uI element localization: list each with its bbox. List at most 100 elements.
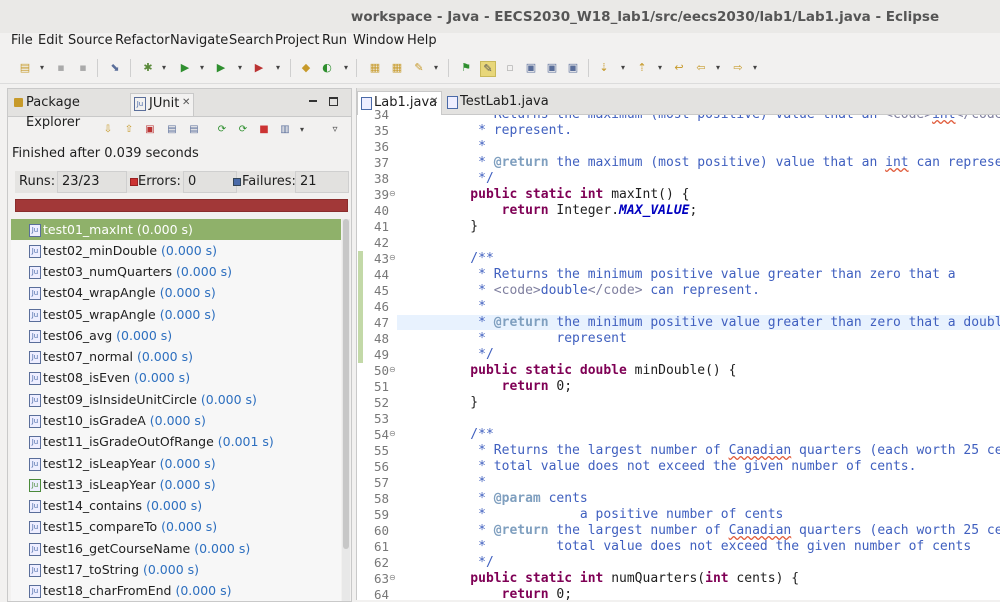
back-icon[interactable]: ⇦: [694, 61, 708, 75]
code-editor: Lab1.java ✕ TestLab1.java * Returns the …: [356, 88, 1000, 602]
menu-refactor[interactable]: Refactor: [115, 33, 170, 48]
rerun-icon[interactable]: ⟳: [216, 124, 228, 136]
test-item[interactable]: Ju test07_normal (0.000 s): [11, 346, 341, 367]
history-dropdown-icon[interactable]: ▾: [296, 124, 308, 136]
menu-run[interactable]: Run: [322, 33, 347, 48]
prev-failure-icon[interactable]: ⇧: [123, 124, 135, 136]
new-java-project-icon[interactable]: ◆: [299, 61, 313, 75]
new-class-dropdown-icon[interactable]: ▾: [342, 61, 350, 75]
menu-navigate[interactable]: Navigate: [170, 33, 228, 48]
forward-icon[interactable]: ⇨: [731, 61, 745, 75]
tab-junit[interactable]: Ju JUnit ✕: [130, 93, 194, 116]
external-tools-icon[interactable]: ▶: [252, 61, 266, 75]
test-list-scrollbar[interactable]: [342, 219, 350, 601]
back-dropdown-icon[interactable]: ▾: [714, 61, 722, 75]
test-item[interactable]: Ju test14_contains (0.000 s): [11, 495, 341, 516]
prev-edit-dropdown-icon[interactable]: ▾: [656, 61, 664, 75]
tab-package-explorer[interactable]: Package Explorer: [12, 93, 128, 130]
new-dropdown-icon[interactable]: ▾: [38, 61, 46, 75]
failed-test-icon: Ju: [29, 415, 41, 428]
save-all-icon[interactable]: ▪: [76, 61, 90, 75]
format-icon[interactable]: ▣: [566, 61, 580, 75]
prev-edit-icon[interactable]: ⇡: [635, 61, 649, 75]
last-edit-location-icon[interactable]: ↩: [672, 61, 686, 75]
search-icon[interactable]: ✎: [412, 61, 426, 75]
maximize-icon[interactable]: [329, 97, 338, 106]
line-number: 62: [373, 555, 389, 570]
menu-help[interactable]: Help: [407, 33, 437, 48]
next-edit-dropdown-icon[interactable]: ▾: [619, 61, 627, 75]
close-icon[interactable]: ✕: [182, 93, 190, 113]
run-icon[interactable]: ▶: [178, 61, 192, 75]
menu-project[interactable]: Project: [275, 33, 319, 48]
code-line: */: [439, 171, 494, 186]
minimize-icon[interactable]: [309, 100, 317, 102]
menu-search[interactable]: Search: [229, 33, 274, 48]
mark-occurrences-icon[interactable]: ✎: [480, 61, 496, 77]
scroll-lock-icon[interactable]: ▤: [166, 124, 178, 136]
test-item[interactable]: Ju test10_isGradeA (0.000 s): [11, 410, 341, 431]
coverage-icon[interactable]: ▶: [214, 61, 228, 75]
view-menu-icon[interactable]: ▿: [329, 124, 341, 136]
fold-toggle-icon[interactable]: ⊖: [389, 573, 396, 582]
run-dropdown-icon[interactable]: ▾: [198, 61, 206, 75]
failures-only-icon[interactable]: ▣: [144, 124, 156, 136]
test-item[interactable]: Ju test11_isGradeOutOfRange (0.001 s): [11, 431, 341, 452]
test-item[interactable]: Ju test08_isEven (0.000 s): [11, 367, 341, 388]
open-task-icon[interactable]: ▦: [390, 61, 404, 75]
show-whitespace-icon[interactable]: ▣: [524, 61, 538, 75]
coverage-dropdown-icon[interactable]: ▾: [236, 61, 244, 75]
test-item[interactable]: Ju test12_isLeapYear (0.000 s): [11, 453, 341, 474]
code-area[interactable]: * Returns the maximum (most positive) va…: [395, 115, 1000, 600]
code-line: * total value does not exceed the given …: [439, 459, 917, 474]
save-icon[interactable]: ▪: [54, 61, 68, 75]
next-annotation-icon[interactable]: ⚑: [459, 61, 473, 75]
test-item[interactable]: Ju test04_wrapAngle (0.000 s): [11, 282, 341, 303]
stop-icon[interactable]: ■: [258, 124, 270, 136]
toggle-ant-icon[interactable]: ⬊: [108, 61, 122, 75]
rerun-failed-first-icon[interactable]: ⟳: [237, 124, 249, 136]
test-item[interactable]: Ju test02_minDouble (0.000 s): [11, 240, 341, 261]
test-item[interactable]: Ju test15_compareTo (0.000 s): [11, 516, 341, 537]
test-item[interactable]: Ju test13_isLeapYear (0.000 s): [11, 474, 341, 495]
new-package-icon[interactable]: ◐: [320, 61, 334, 75]
test-item[interactable]: Ju test05_wrapAngle (0.000 s): [11, 304, 341, 325]
test-item[interactable]: Ju test09_isInsideUnitCircle (0.000 s): [11, 389, 341, 410]
next-failure-icon[interactable]: ⇩: [102, 124, 114, 136]
history-icon[interactable]: ▥: [279, 124, 291, 136]
debug-icon[interactable]: ✱: [141, 61, 155, 75]
collapse-all-icon[interactable]: ▤: [188, 124, 200, 136]
scrollbar-thumb[interactable]: [343, 219, 349, 549]
block-selection-icon[interactable]: ▫: [503, 61, 517, 75]
code-line: * total value does not exceed the given …: [439, 539, 972, 554]
menu-source[interactable]: Source: [68, 33, 113, 48]
next-edit-icon[interactable]: ⇣: [597, 61, 611, 75]
menu-edit[interactable]: Edit: [38, 33, 63, 48]
new-icon[interactable]: ▤: [18, 61, 32, 75]
test-item[interactable]: Ju test16_getCourseName (0.000 s): [11, 538, 341, 559]
word-wrap-icon[interactable]: ▣: [545, 61, 559, 75]
tab-testlab1-java[interactable]: TestLab1.java: [445, 91, 549, 114]
close-icon[interactable]: ✕: [430, 91, 438, 113]
test-item[interactable]: Ju test06_avg (0.000 s): [11, 325, 341, 346]
open-type-icon[interactable]: ▦: [368, 61, 382, 75]
fold-toggle-icon[interactable]: ⊖: [389, 189, 396, 198]
test-item[interactable]: Ju test18_charFromEnd (0.000 s): [11, 580, 341, 601]
code-line: * Returns the maximum (most positive) va…: [439, 115, 1000, 122]
menu-file[interactable]: File: [11, 33, 33, 48]
fold-toggle-icon[interactable]: ⊖: [389, 429, 396, 438]
code-line: * @return the largest number of Canadian…: [439, 523, 1000, 538]
line-number: 36: [373, 139, 389, 154]
failed-test-icon: Ju: [29, 372, 41, 385]
fold-toggle-icon[interactable]: ⊖: [389, 365, 396, 374]
debug-dropdown-icon[interactable]: ▾: [160, 61, 168, 75]
test-item[interactable]: Ju test01_maxInt (0.000 s): [11, 219, 341, 240]
line-number: 44: [373, 267, 389, 282]
fold-toggle-icon[interactable]: ⊖: [389, 253, 396, 262]
test-item[interactable]: Ju test03_numQuarters (0.000 s): [11, 261, 341, 282]
test-item[interactable]: Ju test17_toString (0.000 s): [11, 559, 341, 580]
external-tools-dropdown-icon[interactable]: ▾: [274, 61, 282, 75]
menu-window[interactable]: Window: [353, 33, 404, 48]
forward-dropdown-icon[interactable]: ▾: [751, 61, 759, 75]
search-dropdown-icon[interactable]: ▾: [432, 61, 440, 75]
